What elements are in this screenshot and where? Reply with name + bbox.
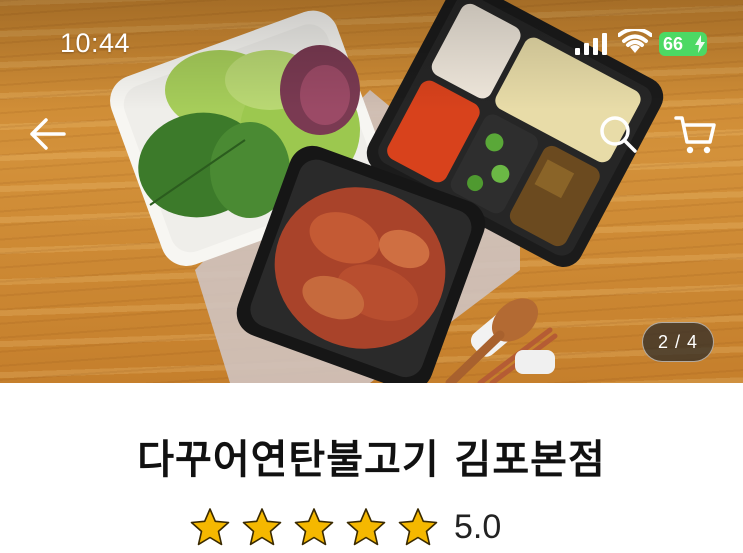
star-icon [398,508,438,546]
store-info: 다꾸어연탄불고기 김포본점 5.0 [0,383,743,553]
store-name: 다꾸어연탄불고기 김포본점 [137,437,606,483]
rating-value: 5.0 [454,507,502,546]
battery-level: 66 [663,34,684,54]
star-icon [190,508,230,546]
star-icon [242,508,282,546]
signal-icon [575,33,607,55]
cart-icon [674,116,716,154]
cart-button[interactable] [672,112,720,156]
charging-bolt-icon [695,35,705,53]
rating-row[interactable]: 5.0 [190,505,501,549]
wifi-icon [618,29,652,53]
star-icon [346,508,386,546]
arrow-left-icon [30,118,66,150]
battery-icon: 66 [659,32,707,56]
back-button[interactable] [26,112,70,156]
status-time: 10:44 [60,28,131,58]
search-button[interactable] [596,112,640,156]
photo-counter: 2 / 4 [642,322,714,362]
top-nav [0,100,743,164]
hero-photo-gallery[interactable]: 10:44 66 2 / 4 [0,0,743,383]
status-bar: 10:44 66 [0,0,743,88]
search-icon [600,116,637,153]
star-icon [294,508,334,546]
